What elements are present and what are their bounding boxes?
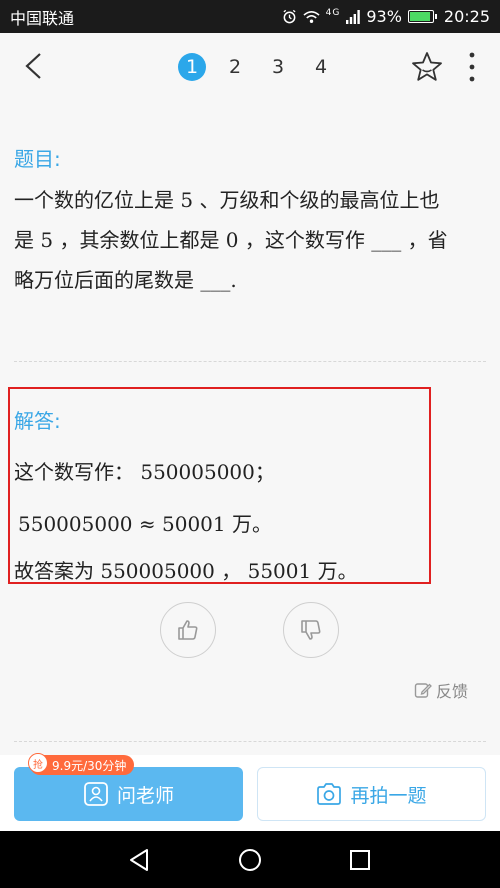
feedback-label: 反馈 [436,682,469,701]
alarm-icon [283,9,296,24]
battery-percent: 93% [366,7,402,26]
question-line: 略万位后面的尾数是 ___. [14,268,237,292]
back-icon[interactable] [20,51,50,81]
content-area: 题目: 一个数的亿位上是 5 、万级和个级的最高位上也 是 5 ，其余数位上都是… [0,100,500,755]
thumbs-up-icon [178,620,198,640]
question-text: 一个数的亿位上是 5 、万级和个级的最高位上也 是 5 ，其余数位上都是 0 ，… [14,180,486,300]
carrier-name: 中国联通 [10,8,75,28]
battery-icon [407,10,437,23]
question-line: 一个数的亿位上是 5 、万级和个级的最高位上也 [14,188,440,212]
divider [14,741,486,742]
star-icon[interactable] [410,50,444,84]
answer-line: 550005000 ≈ 50001 万。 [18,512,272,536]
page-tab-3[interactable]: 3 [264,53,292,81]
answer-line: 故答案为 550005000 ， 55001 万。 [14,559,358,583]
nav-back-icon[interactable] [125,845,155,875]
more-menu-icon[interactable] [462,50,482,84]
network-type: 4G [325,7,341,18]
answer-line: 这个数写作： 550005000； [14,460,275,484]
retake-label: 再拍一题 [350,784,427,807]
divider [14,361,486,362]
battery-fill [409,12,431,21]
grab-tag: 抢 [28,753,48,773]
bottom-action-bar: 问老师 抢 9.9元/30分钟 再拍一题 [0,753,500,831]
page-tab-1[interactable]: 1 [178,53,206,81]
camera-icon [317,783,342,805]
page-tab-2[interactable]: 2 [221,53,249,81]
ask-teacher-button[interactable]: 问老师 [14,767,243,821]
ask-teacher-label: 问老师 [116,784,174,807]
thumbs-down-icon [301,620,321,640]
answer-title: 解答: [14,409,61,433]
question-title: 题目: [14,147,61,171]
wifi-icon [303,10,320,23]
retake-photo-button[interactable]: 再拍一题 [257,767,486,821]
price-text: 9.9元/30分钟 [52,758,127,773]
feedback-link[interactable]: 反馈 [414,678,468,702]
question-line: 是 5 ，其余数位上都是 0 ，这个数写作 ___ ，省 [14,228,448,252]
page-tabs: 1234 [178,53,335,81]
top-nav: 1234 [0,33,500,100]
clock: 20:25 [443,7,490,26]
teacher-icon [84,782,108,806]
edit-icon [414,683,432,698]
nav-home-icon[interactable] [235,845,265,875]
price-badge: 抢 9.9元/30分钟 [28,753,135,775]
page-tab-4[interactable]: 4 [307,53,335,81]
signal-icon [346,9,361,24]
status-indicators: 4G 93% 20:25 [282,7,490,26]
nav-recents-icon[interactable] [345,845,375,875]
thumbs-up-button[interactable] [160,602,216,658]
thumbs-down-button[interactable] [283,602,339,658]
android-nav-bar [0,831,500,888]
status-bar: 中国联通 4G 93% 20:25 [0,0,500,33]
